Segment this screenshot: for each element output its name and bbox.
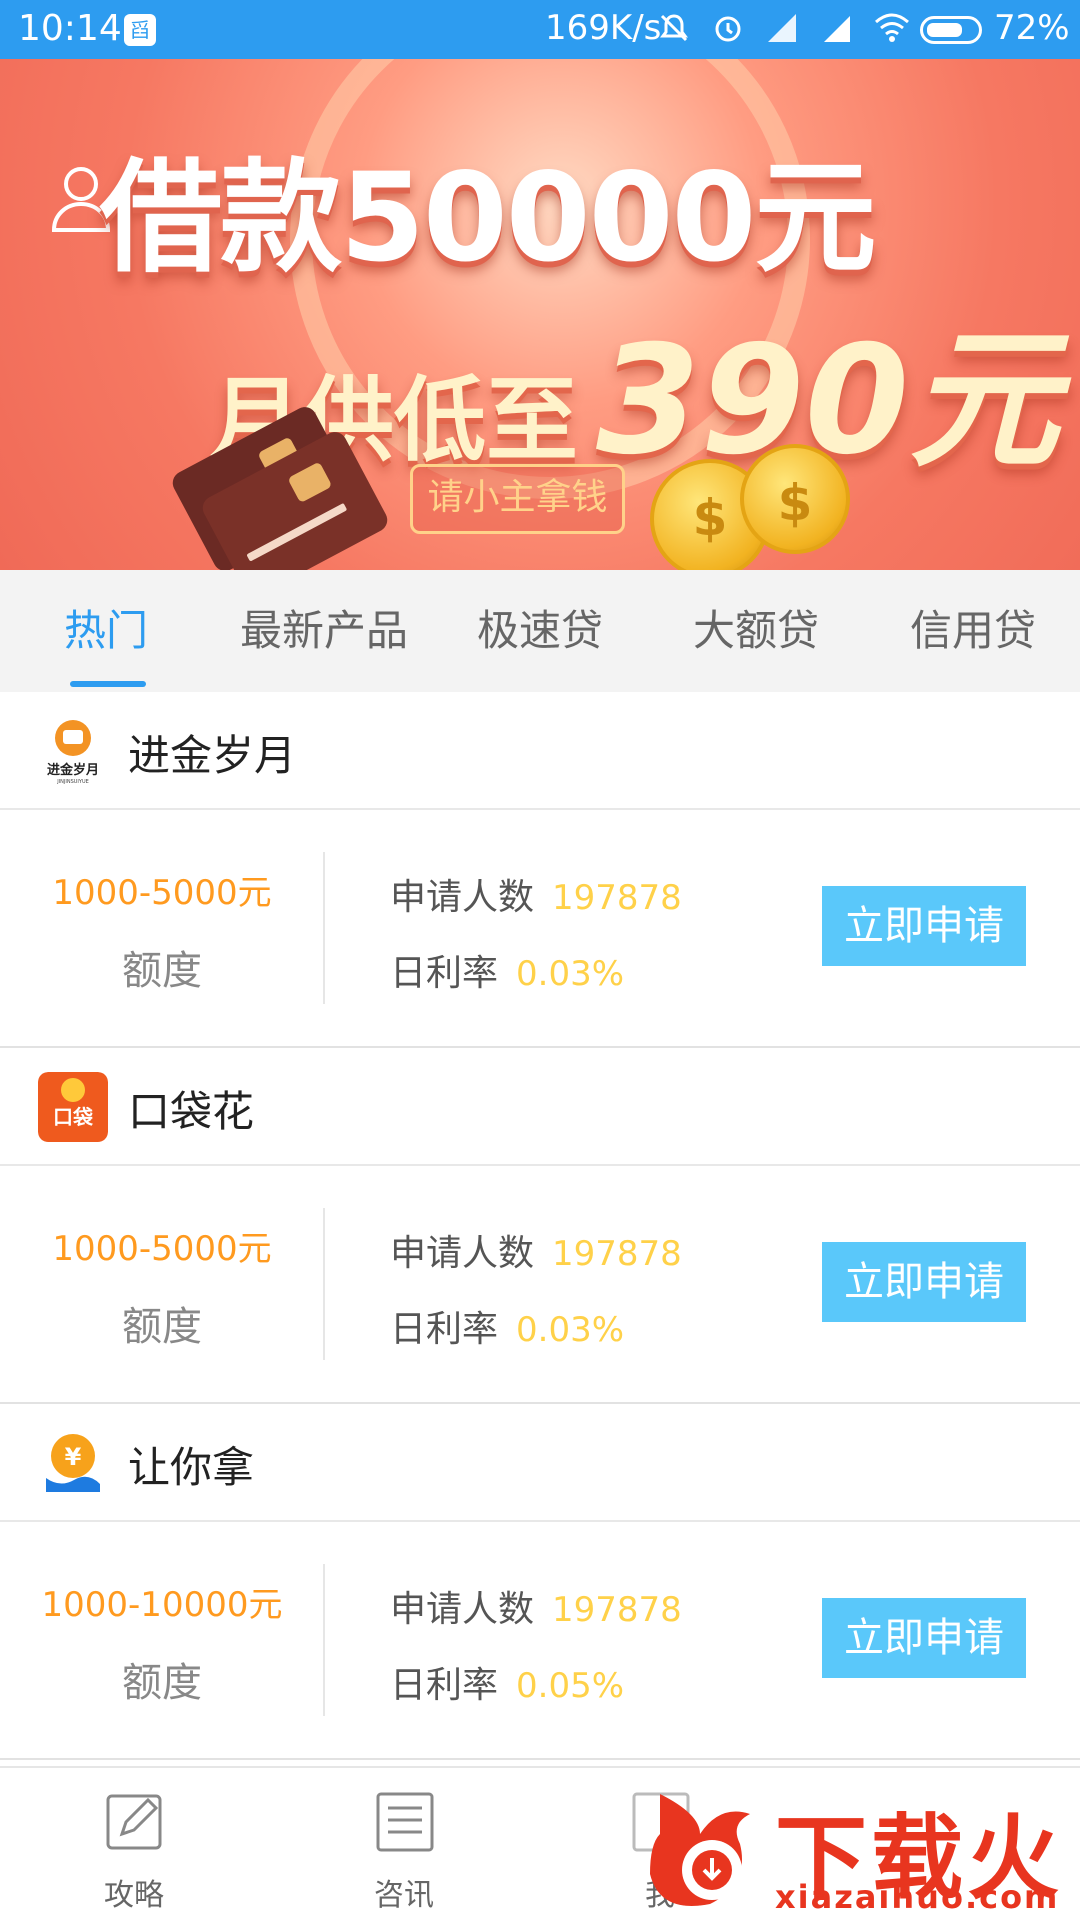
apply-button[interactable]: 立即申请 <box>822 886 1026 966</box>
nav-strategy[interactable]: 攻略 <box>34 1768 234 1920</box>
divider <box>323 1564 325 1716</box>
applicants-label: 申请人数 <box>390 877 535 918</box>
applicants-label: 申请人数 <box>390 1233 535 1274</box>
nav-news[interactable]: 咨讯 <box>304 1768 504 1920</box>
coin-symbol: $ <box>777 474 813 532</box>
tab-hot[interactable]: 热门 <box>64 570 148 692</box>
status-bar: 10:14 舀 169K/s 72% <box>0 0 1080 59</box>
watermark: 下载火 xiazaihuo.com <box>640 1774 1080 1920</box>
tab-active-indicator <box>70 681 146 687</box>
jinjinsuiyue-logo: 进金岁月 JINJINSUIYUE <box>47 720 99 785</box>
tab-large-loan[interactable]: 大额贷 <box>693 570 819 692</box>
rate-value: 0.05% <box>516 1666 625 1706</box>
applicants-stat: 申请人数 197878 <box>390 1580 682 1632</box>
loan-name: 让你拿 <box>128 1443 255 1492</box>
loan-header[interactable]: 进金岁月 JINJINSUIYUE 进金岁月 <box>0 692 1080 810</box>
hd-signal-icon <box>824 16 850 42</box>
rate-value: 0.03% <box>516 954 625 994</box>
loan-amount: 1000-5000元 <box>52 1229 272 1269</box>
nav-label: 攻略 <box>104 1878 164 1913</box>
banner-cta-label: 请小主拿钱 <box>410 464 625 534</box>
loan-header[interactable]: 口袋 口袋花 <box>0 1048 1080 1166</box>
rate-stat: 日利率 0.03% <box>390 1300 624 1352</box>
status-icons <box>658 12 910 44</box>
applicants-value: 197878 <box>552 1234 682 1274</box>
tab-fast-loan[interactable]: 极速贷 <box>477 570 603 692</box>
applicants-stat: 申请人数 197878 <box>390 868 682 920</box>
loan-card: 1000-10000元 额度 申请人数 197878 日利率 0.05% 立即申请 <box>0 1522 1080 1760</box>
applicants-stat: 申请人数 197878 <box>390 1224 682 1276</box>
status-time: 10:14 <box>18 8 122 49</box>
rate-label: 日利率 <box>390 1665 499 1706</box>
logo-subtext: JINJINSUIYUE <box>56 779 89 785</box>
loan-amount-label: 额度 <box>122 1660 202 1706</box>
battery-icon <box>920 16 982 44</box>
tab-credit-loan[interactable]: 信用贷 <box>910 570 1036 692</box>
network-speed: 169K/s <box>545 8 662 48</box>
rate-label: 日利率 <box>390 953 499 994</box>
coin-icon: $ <box>740 444 850 554</box>
banner-headline: 借款50000元 <box>100 147 876 289</box>
loan-amount-label: 额度 <box>122 948 202 994</box>
loan-amount: 1000-10000元 <box>41 1585 283 1625</box>
document-icon <box>376 1792 434 1852</box>
rate-stat: 日利率 0.05% <box>390 1656 624 1708</box>
tab-newest[interactable]: 最新产品 <box>240 570 408 692</box>
wifi-icon <box>875 13 909 42</box>
loan-name: 进金岁月 <box>128 731 297 780</box>
loan-name: 口袋花 <box>128 1087 255 1136</box>
loan-card: 1000-5000元 额度 申请人数 197878 日利率 0.03% 立即申请 <box>0 1166 1080 1404</box>
rate-stat: 日利率 0.03% <box>390 944 624 996</box>
loan-header[interactable]: ¥ 让你拿 <box>0 1404 1080 1522</box>
flame-logo-icon <box>650 1794 750 1906</box>
divider <box>323 852 325 1004</box>
rangnina-logo: ¥ <box>46 1434 100 1492</box>
nav-label: 咨讯 <box>374 1878 434 1913</box>
app-notification-icon: 舀 <box>124 14 156 46</box>
category-tabs: 热门 最新产品 极速贷 大额贷 信用贷 <box>0 570 1080 692</box>
logo-text: 口袋 <box>53 1105 94 1129</box>
promo-banner[interactable]: 借款50000元 月供低至 390元 请小主拿钱 $ $ <box>0 59 1080 570</box>
rate-label: 日利率 <box>390 1309 499 1350</box>
logo-text: 进金岁月 <box>47 762 99 778</box>
loan-amount: 1000-5000元 <box>52 873 272 913</box>
applicants-label: 申请人数 <box>390 1589 535 1630</box>
mute-bell-icon <box>660 14 688 42</box>
watermark-url: xiazaihuo.com <box>775 1878 1060 1916</box>
applicants-value: 197878 <box>552 878 682 918</box>
divider <box>323 1208 325 1360</box>
apply-button[interactable]: 立即申请 <box>822 1598 1026 1678</box>
rate-value: 0.03% <box>516 1310 625 1350</box>
koudaihua-logo: 口袋 <box>38 1072 108 1142</box>
apply-button[interactable]: 立即申请 <box>822 1242 1026 1322</box>
edit-icon <box>106 1794 162 1850</box>
signal-icon <box>768 14 796 42</box>
loan-card: 1000-5000元 额度 申请人数 197878 日利率 0.03% 立即申请 <box>0 810 1080 1048</box>
alarm-icon <box>715 16 741 42</box>
logo-text: ¥ <box>65 1443 82 1471</box>
applicants-value: 197878 <box>552 1590 682 1630</box>
loan-amount-label: 额度 <box>122 1304 202 1350</box>
battery-percent: 72% <box>994 8 1070 48</box>
battery-fill <box>927 23 962 37</box>
